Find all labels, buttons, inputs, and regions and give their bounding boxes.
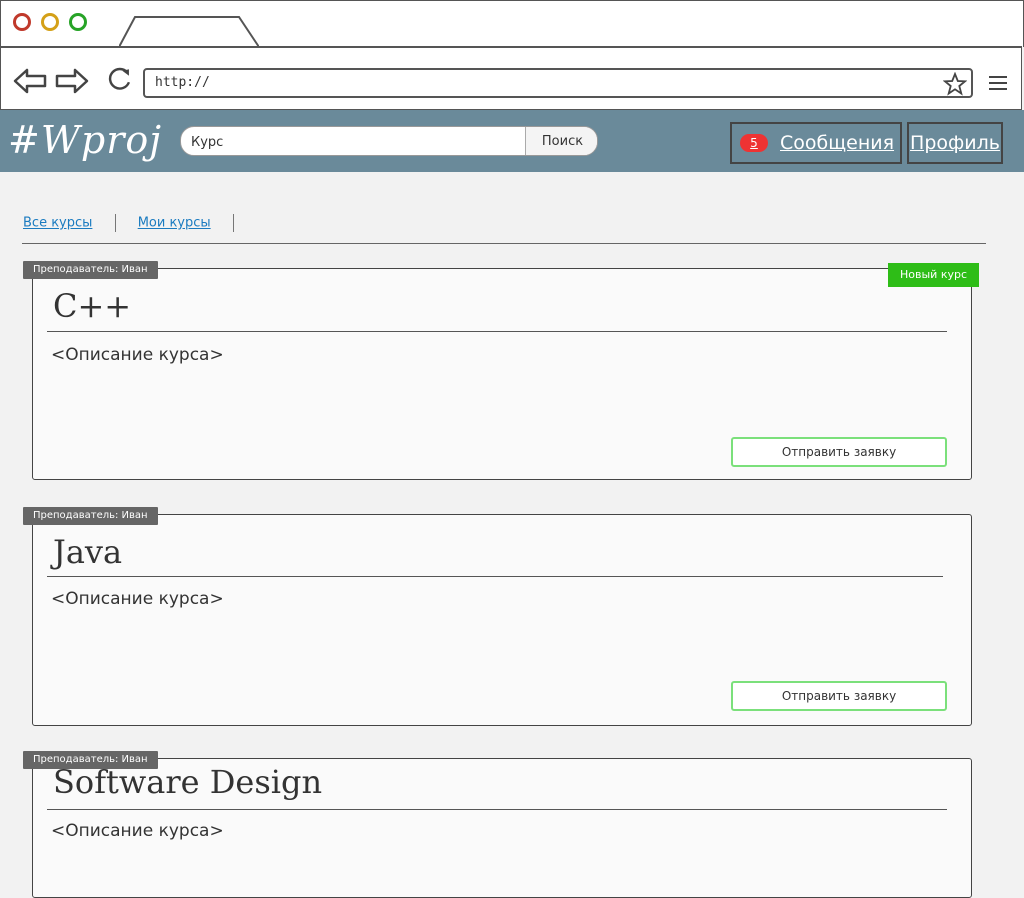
browser-toolbar: http:// (0, 46, 1022, 110)
course-title[interactable]: Software Design (53, 763, 322, 801)
maximize-window-icon[interactable] (69, 13, 87, 31)
course-title[interactable]: Java (53, 533, 122, 571)
search-bar: Поиск (180, 126, 598, 156)
search-button[interactable]: Поиск (525, 127, 597, 155)
title-divider (47, 809, 947, 810)
apply-button[interactable]: Отправить заявку (731, 681, 947, 711)
back-arrow-icon[interactable] (13, 68, 47, 94)
messages-button[interactable]: 5 Сообщения (730, 122, 902, 164)
hamburger-menu-icon[interactable] (989, 76, 1007, 94)
profile-button[interactable]: Профиль (907, 122, 1003, 164)
course-description: <Описание курса> (51, 821, 224, 841)
logo[interactable]: #Wproj (8, 118, 162, 162)
tab-my-courses[interactable]: Мои курсы (138, 216, 211, 231)
forward-arrow-icon[interactable] (55, 68, 89, 94)
messages-label: Сообщения (780, 132, 895, 154)
apply-button[interactable]: Отправить заявку (731, 437, 947, 467)
url-text: http:// (155, 75, 210, 90)
teacher-label: Преподаватель: Иван (23, 261, 158, 279)
reload-icon[interactable] (103, 66, 137, 92)
app-header: #Wproj Поиск 5 Сообщения Профиль (0, 110, 1024, 172)
course-card: Преподаватель: Иван Java <Описание курса… (23, 507, 972, 726)
tab-separator (114, 214, 116, 232)
messages-count-badge: 5 (740, 134, 768, 152)
tab-all-courses[interactable]: Все курсы (23, 216, 92, 231)
browser-tab[interactable] (119, 15, 259, 48)
address-bar[interactable]: http:// (143, 68, 973, 98)
close-window-icon[interactable] (13, 13, 31, 31)
course-description: <Описание курса> (51, 589, 224, 609)
minimize-window-icon[interactable] (41, 13, 59, 31)
course-card: Преподаватель: Иван Software Design <Опи… (23, 751, 972, 898)
tab-separator (232, 214, 234, 232)
course-tabs: Все курсы Мои курсы (23, 214, 252, 232)
title-divider (47, 331, 947, 332)
profile-label: Профиль (910, 132, 1000, 154)
course-title[interactable]: C++ (53, 287, 131, 325)
tabs-divider (22, 243, 986, 244)
star-icon[interactable] (943, 72, 967, 96)
browser-tab-strip (0, 0, 1024, 48)
new-course-badge: Новый курс (888, 263, 979, 287)
course-description: <Описание курса> (51, 345, 224, 365)
title-divider (47, 576, 943, 577)
course-card: Преподаватель: Иван Новый курс C++ <Опис… (23, 261, 979, 480)
search-input[interactable] (189, 127, 523, 155)
teacher-label: Преподаватель: Иван (23, 507, 158, 525)
